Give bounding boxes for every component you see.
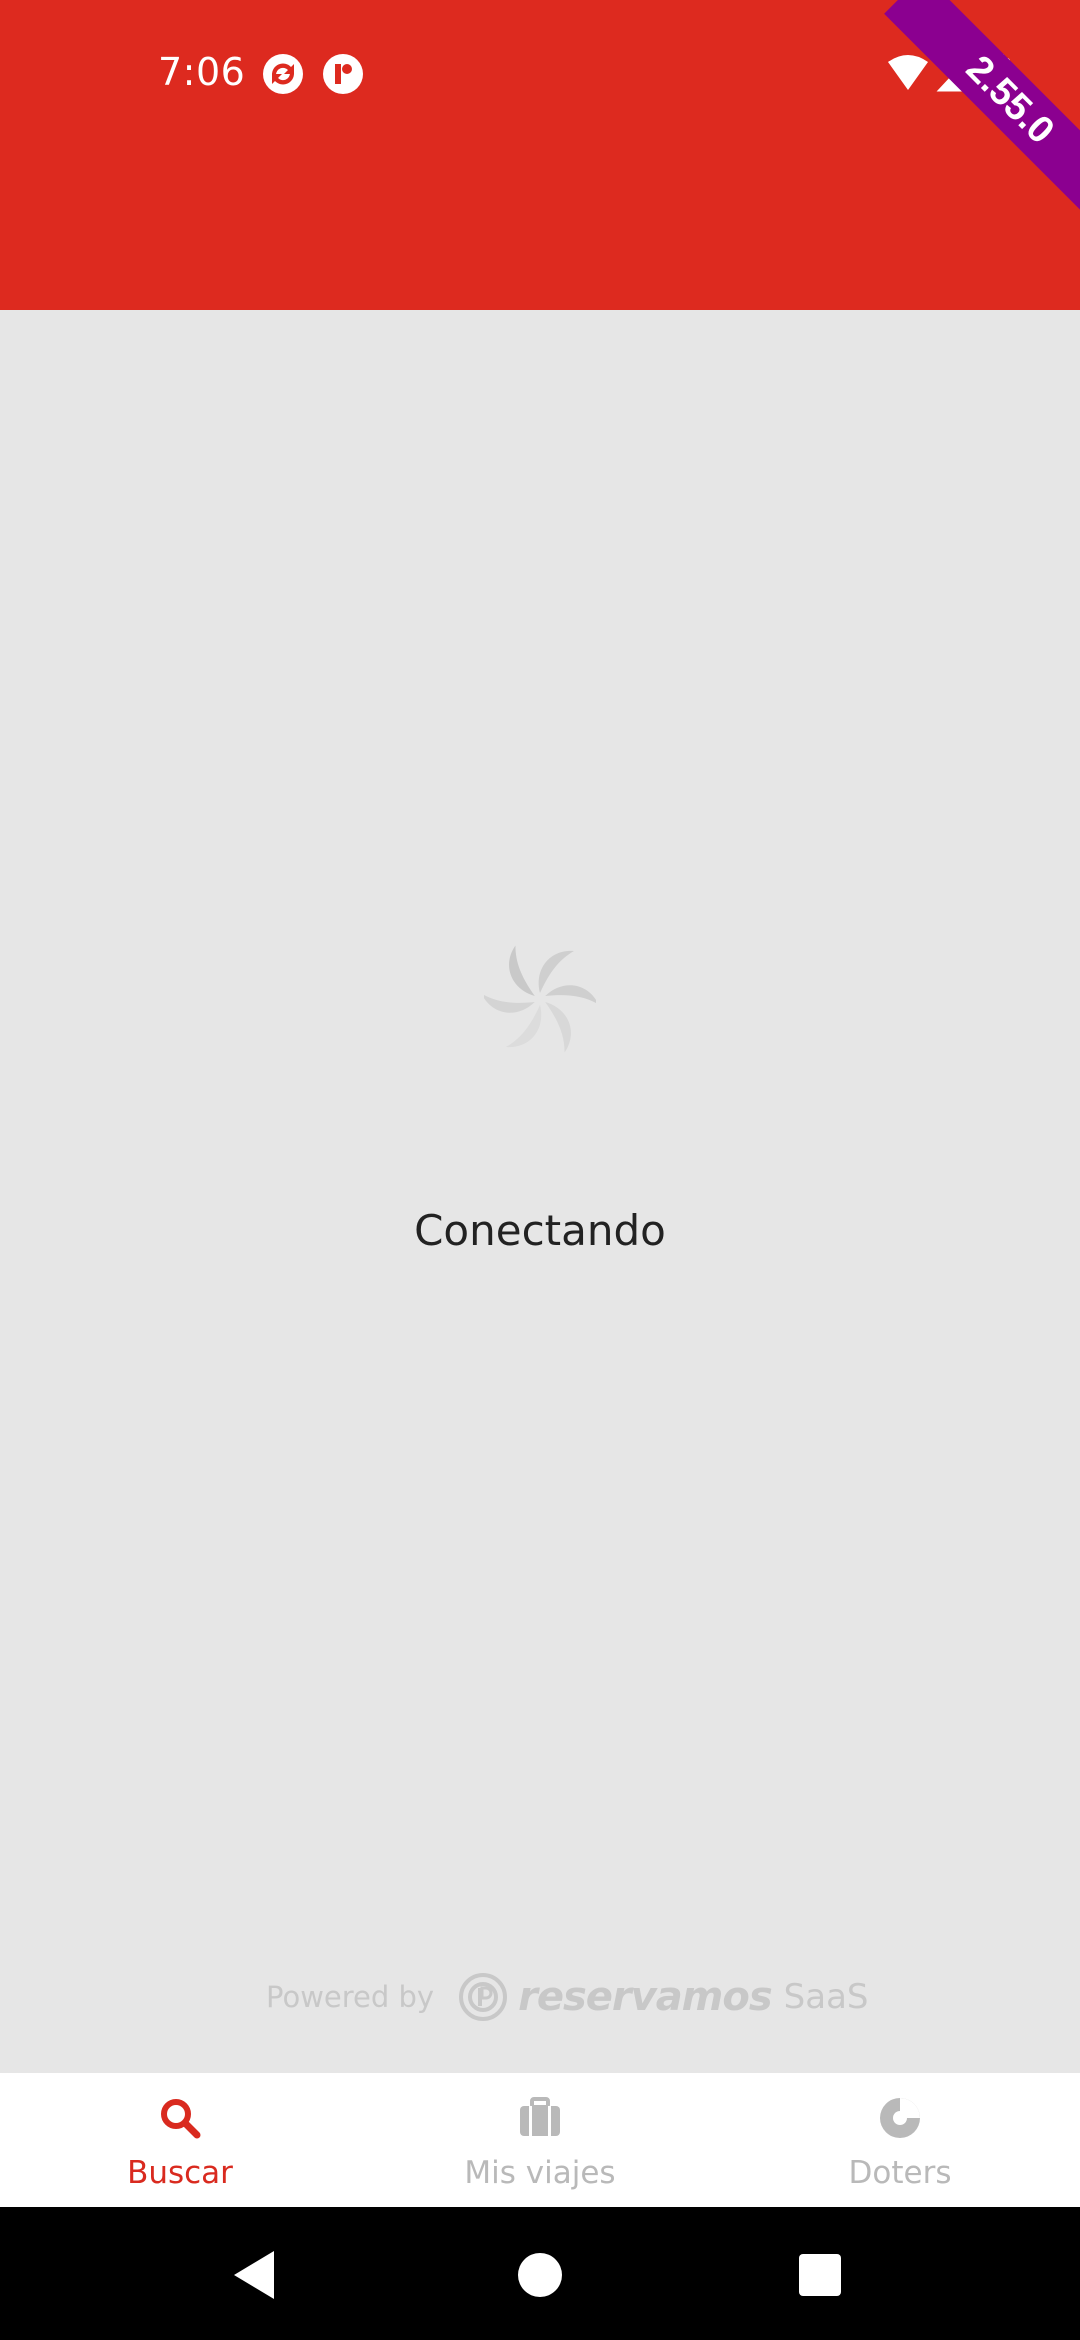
connection-status-text: Conectando bbox=[414, 1206, 666, 1255]
nav-item-mis-viajes[interactable]: Mis viajes bbox=[360, 2073, 720, 2207]
main-content: Conectando Powered by reservamos SaaS bbox=[0, 310, 1080, 2073]
home-icon[interactable] bbox=[510, 2245, 570, 2305]
powered-brand-suffix: SaaS bbox=[783, 1977, 869, 2017]
spinner-icon bbox=[484, 945, 596, 1053]
reservamos-logo-icon bbox=[459, 1973, 508, 2021]
powered-by: Powered by reservamos SaaS bbox=[266, 1967, 869, 2027]
doters-icon bbox=[880, 2098, 920, 2138]
wifi-icon bbox=[888, 55, 928, 90]
powered-brand-name: reservamos bbox=[518, 1974, 773, 2020]
nav-label-buscar: Buscar bbox=[127, 2155, 233, 2191]
nav-item-buscar[interactable]: Buscar bbox=[0, 2073, 360, 2207]
nav-label-doters: Doters bbox=[848, 2155, 952, 2191]
status-time: 7:06 bbox=[158, 50, 246, 94]
back-icon[interactable] bbox=[226, 2245, 286, 2305]
app-header: 7:06 2.55.0 bbox=[0, 0, 1080, 310]
version-ribbon: 2.55.0 bbox=[884, 0, 1080, 226]
bottom-navigation: Buscar Mis viajes Doters bbox=[0, 2073, 1080, 2207]
nav-label-mis-viajes: Mis viajes bbox=[464, 2155, 616, 2191]
sync-app-icon bbox=[263, 54, 303, 94]
briefcase-icon bbox=[520, 2097, 560, 2136]
powered-by-label: Powered by bbox=[266, 1980, 435, 2014]
nav-item-doters[interactable]: Doters bbox=[720, 2073, 1080, 2207]
recents-icon[interactable] bbox=[790, 2245, 850, 2305]
search-icon bbox=[161, 2099, 201, 2139]
app-screen: 7:06 2.55.0 Conectando Powered by reserv… bbox=[0, 0, 1080, 2340]
system-navigation-bar bbox=[0, 2207, 1080, 2340]
r-app-icon bbox=[323, 54, 363, 94]
